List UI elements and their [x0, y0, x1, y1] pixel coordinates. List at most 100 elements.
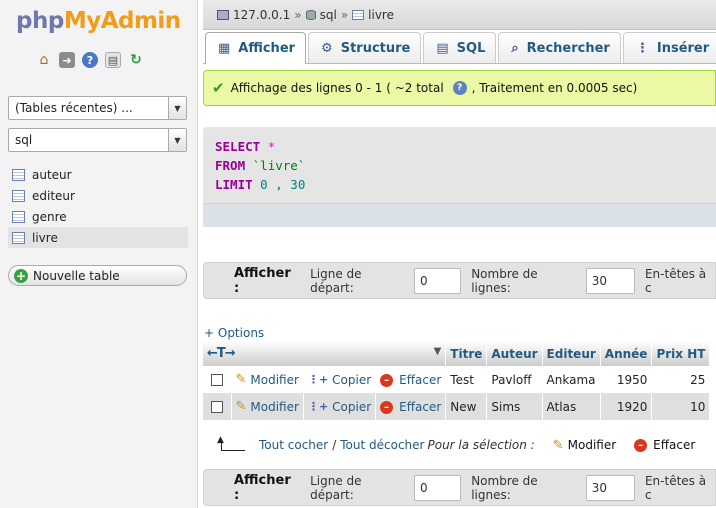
- breadcrumb-database[interactable]: sql: [320, 8, 337, 22]
- tab-sql[interactable]: ▤ SQL: [423, 32, 497, 63]
- bulk-edit-button[interactable]: ✎ Modifier: [553, 438, 616, 453]
- pencil-icon: ✎: [235, 372, 247, 387]
- cell-prix[interactable]: 10: [651, 393, 711, 420]
- cell-auteur[interactable]: Pavloff: [486, 366, 543, 393]
- delete-row-button[interactable]: – Effacer: [380, 373, 441, 387]
- success-message: ✔ Affichage des lignes 0 - 1 ( ~2 total …: [203, 70, 716, 106]
- tab-afficher[interactable]: ▦ Afficher: [205, 32, 307, 64]
- pencil-icon: ✎: [235, 399, 247, 414]
- delete-row-button[interactable]: – Effacer: [380, 400, 441, 414]
- row-checkbox[interactable]: [211, 401, 223, 413]
- table-item-genre[interactable]: genre: [8, 206, 188, 227]
- sql-operator: *: [267, 139, 276, 154]
- cell-titre[interactable]: Test: [445, 366, 488, 393]
- delete-label: Effacer: [399, 400, 442, 415]
- docs-icon[interactable]: ▤: [105, 52, 121, 68]
- edit-cell: ✎ Modifier: [231, 366, 304, 393]
- breadcrumb-server[interactable]: 127.0.0.1: [233, 8, 290, 22]
- phpmyadmin-logo[interactable]: phpMyAdmin: [16, 8, 181, 34]
- row-count-input[interactable]: 30: [585, 474, 635, 501]
- tab-label: Insérer: [656, 40, 710, 56]
- tab-inserer[interactable]: ⋮ Insérer: [622, 32, 716, 63]
- row-count-label: Nombre de lignes:: [471, 266, 538, 295]
- row-count-input[interactable]: 30: [585, 267, 635, 294]
- delete-cell: – Effacer: [375, 393, 447, 420]
- delete-icon: –: [380, 373, 394, 387]
- cell-prix[interactable]: 25: [651, 366, 711, 393]
- bulk-delete-button[interactable]: – Effacer: [634, 438, 695, 452]
- table-header-row: ←T→ ▼ Titre Auteur Editeur Année Prix HT: [203, 341, 711, 366]
- database-icon: [305, 9, 316, 20]
- column-resize-icon[interactable]: ←T→: [207, 346, 236, 361]
- show-button[interactable]: Afficher :: [234, 473, 299, 503]
- cell-titre[interactable]: New: [445, 393, 488, 420]
- column-header-editeur[interactable]: Editeur: [542, 341, 601, 366]
- edit-label: Modifier: [250, 372, 299, 387]
- delete-label: Effacer: [399, 373, 442, 388]
- check-all-link[interactable]: Tout cocher: [259, 438, 328, 452]
- home-icon[interactable]: ⌂: [36, 52, 52, 68]
- copy-label: Copier: [332, 372, 372, 387]
- table-item-livre[interactable]: livre: [8, 227, 188, 248]
- breadcrumb-table[interactable]: livre: [368, 8, 394, 22]
- bulk-actions: ▲ Tout cocher / Tout décocher Pour la sé…: [217, 432, 716, 458]
- table-item-label[interactable]: genre: [32, 210, 67, 224]
- bulk-edit-label: Modifier: [567, 438, 617, 452]
- column-header-annee[interactable]: Année: [600, 341, 653, 366]
- reload-icon[interactable]: ↻: [128, 52, 144, 68]
- table-icon: [12, 189, 25, 202]
- recent-tables-select[interactable]: (Tables récentes) ... ▼: [8, 96, 187, 120]
- start-row-input[interactable]: 0: [413, 267, 462, 294]
- table-icon: [352, 9, 365, 20]
- cell-editeur[interactable]: Ankama: [542, 366, 601, 393]
- column-header-auteur[interactable]: Auteur: [486, 341, 543, 366]
- chevron-down-icon[interactable]: ▼: [168, 129, 186, 151]
- row-checkbox[interactable]: [211, 374, 223, 386]
- recent-tables-value: (Tables récentes) ...: [15, 101, 133, 115]
- table-row: ✎ Modifier ⋮+ Copier – Effacer Test Pavloff…: [203, 366, 711, 393]
- tab-rechercher[interactable]: ⌕ Rechercher: [498, 32, 621, 63]
- search-icon: ⌕: [511, 40, 519, 56]
- breadcrumb-separator: »: [340, 7, 349, 22]
- tab-structure[interactable]: ⚙ Structure: [308, 32, 422, 63]
- check-icon: ✔: [212, 79, 225, 97]
- help-icon[interactable]: ?: [452, 81, 467, 95]
- options-link[interactable]: + Options: [204, 326, 264, 340]
- message-timing: , Traitement en 0.0005 sec): [471, 81, 638, 95]
- navigation-panel: phpMyAdmin ⌂ ➜ ? ▤ ↻ (Tables récentes) .…: [0, 0, 198, 508]
- help-icon[interactable]: ?: [82, 52, 98, 68]
- sql-icon: ▤: [436, 40, 449, 56]
- sql-number: 0: [260, 177, 268, 192]
- table-item-label[interactable]: livre: [32, 231, 58, 245]
- table-item-label[interactable]: editeur: [32, 189, 75, 203]
- tab-bar: ▦ Afficher ⚙ Structure ▤ SQL ⌕ Rechercher ⋮ I…: [203, 30, 716, 64]
- copy-row-button[interactable]: ⋮+ Copier: [308, 400, 371, 414]
- sql-query: SELECT * FROM `livre` LIMIT 0 , 30: [215, 137, 305, 194]
- edit-row-button[interactable]: ✎ Modifier: [236, 372, 299, 387]
- show-button[interactable]: Afficher :: [234, 266, 299, 296]
- edit-row-button[interactable]: ✎ Modifier: [236, 399, 299, 414]
- column-header-titre[interactable]: Titre: [445, 341, 488, 366]
- cell-auteur[interactable]: Sims: [486, 393, 543, 420]
- table-icon: [12, 168, 25, 181]
- start-row-input[interactable]: 0: [413, 474, 462, 501]
- copy-icon: ⋮+: [307, 373, 329, 387]
- main-panel: 127.0.0.1 » sql » livre ▦ Afficher ⚙ Struc…: [203, 0, 716, 508]
- table-list: auteur editeur genre livre: [8, 164, 188, 248]
- cell-annee[interactable]: 1920: [600, 393, 653, 420]
- chevron-down-icon[interactable]: ▼: [168, 97, 186, 119]
- table-item-editeur[interactable]: editeur: [8, 185, 188, 206]
- table-item-auteur[interactable]: auteur: [8, 164, 188, 185]
- exit-icon[interactable]: ➜: [59, 52, 75, 68]
- copy-row-button[interactable]: ⋮+ Copier: [308, 373, 371, 387]
- copy-cell: ⋮+ Copier: [303, 393, 377, 420]
- new-table-button[interactable]: + Nouvelle table: [8, 265, 187, 286]
- cell-annee[interactable]: 1950: [600, 366, 653, 393]
- uncheck-all-link[interactable]: Tout décocher: [340, 438, 424, 452]
- tab-label: Afficher: [238, 41, 296, 56]
- sort-dropdown-icon[interactable]: ▼: [434, 346, 442, 357]
- table-item-label[interactable]: auteur: [32, 168, 72, 182]
- database-select[interactable]: sql ▼: [8, 128, 187, 152]
- column-header-prix[interactable]: Prix HT: [651, 341, 711, 366]
- cell-editeur[interactable]: Atlas: [542, 393, 601, 420]
